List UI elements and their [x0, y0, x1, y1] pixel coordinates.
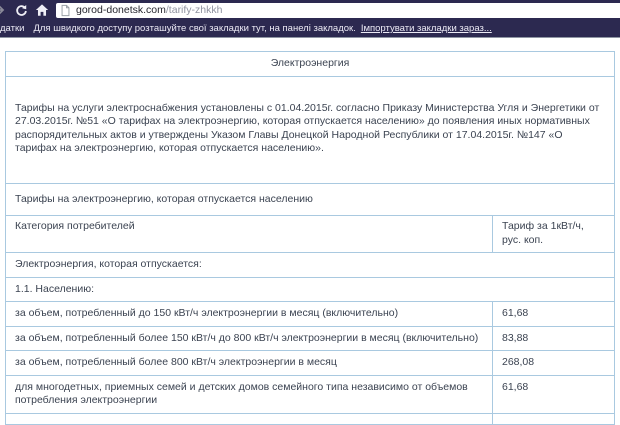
tariff-table: Электроэнергия Тарифы на услуги электрос…: [5, 51, 615, 425]
url-domain: gorod-donetsk.com: [76, 4, 166, 16]
category-cell: за объем, потребленный более 800 кВт/ч э…: [6, 351, 493, 376]
table-row: за объем, потребленный более 150 кВт/ч д…: [6, 326, 615, 351]
partial-row: [6, 413, 615, 424]
address-bar[interactable]: gorod-donetsk.com/tarify-zhkkh: [56, 3, 620, 18]
category-cell: 1.1. Населению:: [6, 277, 615, 302]
table-header-row: Категория потребителей Тариф за 1кВт/ч, …: [6, 216, 615, 253]
browser-toolbar: gorod-donetsk.com/tarify-zhkkh: [0, 0, 620, 20]
tariff-header: Тариф за 1кВт/ч, рус. коп.: [493, 216, 615, 253]
empty-cell: [493, 413, 615, 424]
page-icon: [60, 4, 71, 17]
category-cell: за объем, потребленный до 150 кВт/ч элек…: [6, 302, 493, 327]
table-row: за объем, потребленный до 150 кВт/ч элек…: [6, 302, 615, 327]
tariff-value-cell: 61,68: [493, 375, 615, 413]
reload-icon[interactable]: [14, 3, 28, 17]
tariff-value-cell: 61,68: [493, 302, 615, 327]
section-title-row: Тарифы на электроэнергию, которая отпуск…: [6, 183, 615, 216]
bookmarks-bar: датки Для швидкого доступу розташуйте св…: [0, 20, 620, 38]
intro-text: Тарифы на услуги электроснабжения устано…: [6, 76, 615, 183]
tariff-value-cell: 83,88: [493, 326, 615, 351]
url-path: /tarify-zhkkh: [166, 4, 223, 16]
url-text: gorod-donetsk.com/tarify-zhkkh: [76, 4, 223, 16]
page-title: Электроэнергия: [6, 52, 615, 77]
category-header: Категория потребителей: [6, 216, 493, 253]
category-cell: Электроэнергия, которая отпускается:: [6, 253, 615, 278]
tariff-value-cell: 268,08: [493, 351, 615, 376]
table-row: за объем, потребленный более 800 кВт/ч э…: [6, 351, 615, 376]
category-cell: для многодетных, приемных семей и детски…: [6, 375, 493, 413]
table-title-row: Электроэнергия: [6, 52, 615, 77]
category-cell: за объем, потребленный более 150 кВт/ч д…: [6, 326, 493, 351]
home-icon[interactable]: [35, 3, 49, 17]
bookmarks-truncated-label: датки: [0, 23, 24, 34]
table-row: для многодетных, приемных семей и детски…: [6, 375, 615, 413]
forward-icon[interactable]: [0, 3, 7, 17]
bookmarks-hint: Для швидкого доступу розташуйте свої зак…: [33, 23, 355, 34]
import-bookmarks-link[interactable]: Імпортувати закладки зараз...: [361, 23, 492, 34]
intro-row: Тарифы на услуги электроснабжения устано…: [6, 76, 615, 183]
table-row: Электроэнергия, которая отпускается:: [6, 253, 615, 278]
page-content: Электроэнергия Тарифы на услуги электрос…: [0, 51, 620, 425]
table-row: 1.1. Населению:: [6, 277, 615, 302]
empty-cell: [6, 413, 493, 424]
section-title: Тарифы на электроэнергию, которая отпуск…: [6, 183, 615, 216]
